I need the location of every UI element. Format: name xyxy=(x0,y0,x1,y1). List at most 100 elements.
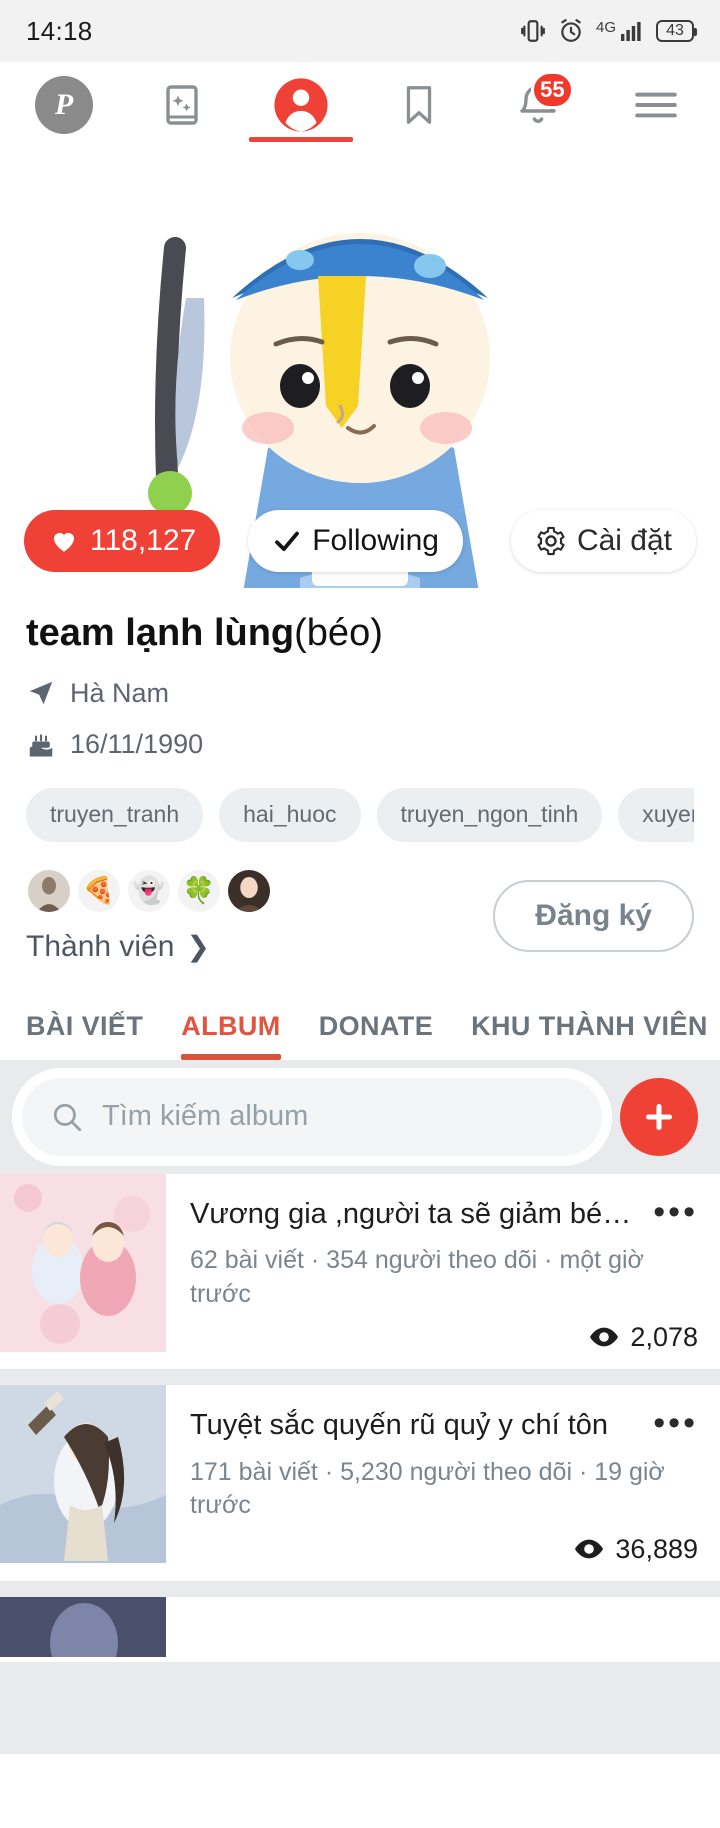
menu-icon xyxy=(635,92,677,118)
album-row[interactable]: Tuyệt sắc quyến rũ quỷ y chí tôn ••• 171… xyxy=(0,1385,720,1581)
tab-album[interactable]: ALBUM xyxy=(181,1011,282,1060)
profile-name-light: (béo) xyxy=(294,612,383,654)
tab-bai-viet[interactable]: BÀI VIẾT xyxy=(26,1011,143,1060)
album-title-row: Vương gia ,người ta sẽ giảm bé… ••• xyxy=(190,1194,698,1232)
album-views-count: 2,078 xyxy=(630,1321,698,1352)
album-content: Tìm kiếm album Vương gia ,người ta sẽ gi… xyxy=(0,1059,720,1754)
member-photo-icon xyxy=(28,869,70,912)
member-avatars: 🍕 👻 🍀 xyxy=(26,867,276,914)
avatar: P xyxy=(35,76,93,134)
search-bar: Tìm kiếm album xyxy=(0,1077,720,1174)
album-row[interactable]: Vương gia ,người ta sẽ giảm bé… ••• 62 b… xyxy=(0,1173,720,1370)
album-cover-art xyxy=(0,1385,166,1564)
tab-donate[interactable]: DONATE xyxy=(319,1011,433,1060)
album-list: Vương gia ,người ta sẽ giảm bé… ••• 62 b… xyxy=(0,1173,720,1662)
album-thumbnail[interactable] xyxy=(0,1385,166,1581)
following-label: Following xyxy=(312,524,439,557)
album-title: Tuyệt sắc quyến rũ quỷ y chí tôn xyxy=(190,1409,609,1442)
nav-user-active[interactable] xyxy=(248,69,353,142)
battery-icon: 43 xyxy=(656,20,697,42)
profile-section: team lạnh lùng(béo) Hà Nam 16/11/1990 tr… xyxy=(0,588,720,964)
tab-bar: BÀI VIẾT ALBUM DONATE KHU THÀNH VIÊN xyxy=(0,963,720,1060)
search-input[interactable]: Tìm kiếm album xyxy=(22,1077,602,1156)
status-bar: 14:18 4G 43 xyxy=(0,0,720,62)
album-thumbnail[interactable] xyxy=(0,1173,166,1370)
album-info: Vương gia ,người ta sẽ giảm bé… ••• 62 b… xyxy=(166,1174,720,1370)
search-placeholder: Tìm kiếm album xyxy=(102,1100,309,1132)
cake-icon xyxy=(29,734,53,757)
vibrate-icon xyxy=(521,20,545,42)
user-icon xyxy=(274,78,328,132)
album-cover-art xyxy=(0,1173,166,1352)
top-navigation: P 55 xyxy=(0,62,720,148)
member-photo-icon xyxy=(228,869,270,912)
album-views: 2,078 xyxy=(190,1311,698,1353)
album-more-options-button[interactable]: ••• xyxy=(653,1406,698,1441)
search-icon xyxy=(53,1103,82,1131)
settings-label: Cài đặt xyxy=(576,524,672,557)
location-row: Hà Nam xyxy=(26,678,694,709)
add-album-button[interactable] xyxy=(620,1077,698,1156)
member-avatar[interactable]: 🍕 xyxy=(76,867,122,914)
album-subtitle: 171 bài viết · 5,230 người theo dõi · 19… xyxy=(190,1457,665,1520)
signal-icon: 4G xyxy=(596,19,644,43)
album-info: Tuyệt sắc quyến rũ quỷ y chí tôn ••• 171… xyxy=(166,1385,720,1581)
album-more-options-button[interactable]: ••• xyxy=(653,1194,698,1229)
album-row[interactable] xyxy=(0,1597,720,1662)
nav-library[interactable] xyxy=(146,69,218,141)
chevron-right-icon: ❯ xyxy=(186,931,210,962)
status-time: 14:18 xyxy=(26,15,93,46)
cover-action-bar: 118,127 Following Cài đặt xyxy=(0,510,720,572)
tag-list: truyen_tranh hai_huoc truyen_ngon_tinh x… xyxy=(26,787,694,846)
library-icon xyxy=(166,85,199,125)
album-subtitle: 62 bài viết · 354 người theo dõi · một g… xyxy=(190,1245,644,1308)
member-avatar[interactable]: 👻 xyxy=(126,867,172,914)
cover-image[interactable]: 118,127 Following Cài đặt xyxy=(0,148,720,588)
nav-menu[interactable] xyxy=(620,69,692,141)
settings-button[interactable]: Cài đặt xyxy=(510,510,696,572)
album-title: Vương gia ,người ta sẽ giảm bé… xyxy=(190,1197,632,1230)
profile-name-bold: team lạnh lùng xyxy=(26,612,295,654)
status-icons: 4G 43 xyxy=(520,18,697,44)
birthday-text: 16/11/1990 xyxy=(70,728,204,759)
tag-chip[interactable]: xuyen_khong xyxy=(618,787,694,842)
album-views: 36,889 xyxy=(190,1523,698,1565)
bookmark-icon xyxy=(407,86,432,124)
nav-notifications[interactable]: 55 xyxy=(502,69,574,141)
heart-icon xyxy=(54,532,74,552)
member-avatar[interactable]: 🍀 xyxy=(176,867,222,914)
members-link[interactable]: Thành viên ❯ xyxy=(26,930,276,964)
notification-badge: 55 xyxy=(531,71,574,109)
birthday-row: 16/11/1990 xyxy=(26,729,694,760)
location-icon xyxy=(29,681,53,705)
tag-chip[interactable]: truyen_ngon_tinh xyxy=(376,787,603,842)
eye-icon xyxy=(575,1539,604,1559)
album-title-row: Tuyệt sắc quyến rũ quỷ y chí tôn ••• xyxy=(190,1406,698,1443)
members-group[interactable]: 🍕 👻 🍀 Thành viên ❯ xyxy=(26,867,276,964)
members-label-text: Thành viên xyxy=(26,929,175,963)
member-avatar[interactable] xyxy=(226,867,272,914)
eye-icon xyxy=(590,1327,619,1347)
likes-count: 118,127 xyxy=(90,524,197,557)
page-title: team lạnh lùng(béo) xyxy=(26,610,694,658)
alarm-icon xyxy=(561,19,581,42)
album-info xyxy=(166,1597,720,1662)
check-icon xyxy=(275,531,300,551)
register-button[interactable]: Đăng ký xyxy=(493,879,694,952)
following-button[interactable]: Following xyxy=(248,510,463,572)
plus-icon xyxy=(645,1103,673,1130)
likes-button[interactable]: 118,127 xyxy=(24,510,221,572)
album-views-count: 36,889 xyxy=(615,1533,698,1564)
gear-icon xyxy=(537,526,565,556)
tag-chip[interactable]: truyen_tranh xyxy=(26,787,204,842)
tab-khu-thanh-vien[interactable]: KHU THÀNH VIÊN xyxy=(471,1011,708,1060)
nav-bookmark[interactable] xyxy=(383,69,455,141)
location-text: Hà Nam xyxy=(70,677,170,708)
album-thumbnail[interactable] xyxy=(0,1597,166,1662)
member-avatar[interactable] xyxy=(26,867,72,914)
profile-avatar[interactable]: P xyxy=(28,69,100,141)
members-row: 🍕 👻 🍀 Thành viên ❯ Đăng ký xyxy=(26,867,694,964)
active-tab-indicator xyxy=(248,137,353,142)
tag-chip[interactable]: hai_huoc xyxy=(219,787,361,842)
album-cover-art xyxy=(0,1597,166,1662)
